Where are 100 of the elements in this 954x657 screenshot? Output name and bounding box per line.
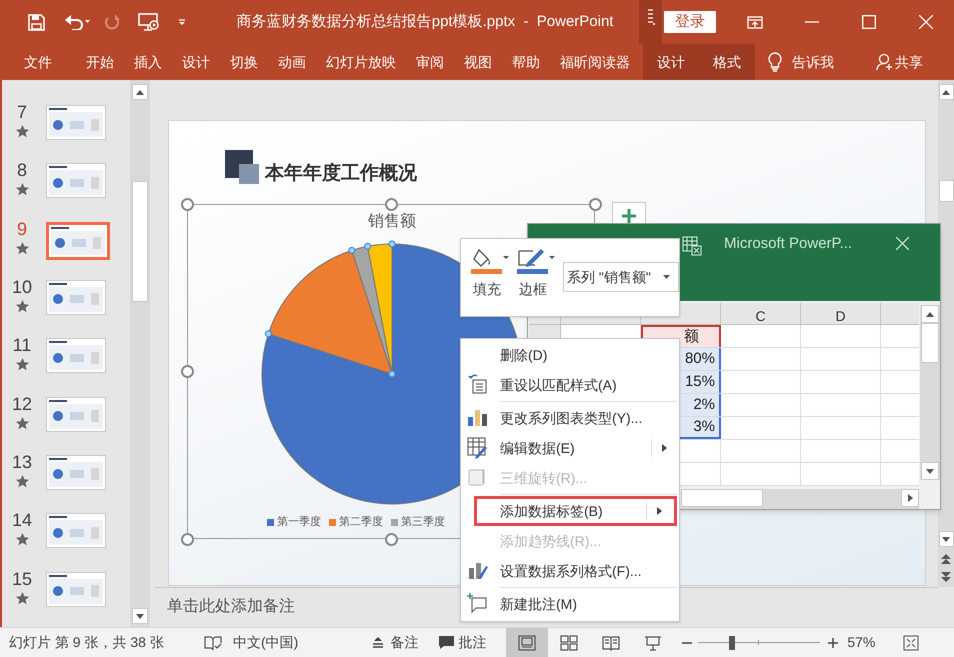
star-icon (16, 125, 28, 138)
format-series-icon (467, 560, 489, 582)
ribbon-tab[interactable]: 插入 (124, 44, 172, 80)
menu-item[interactable]: 设置数据系列格式(F)... (461, 556, 679, 586)
close-icon[interactable] (896, 237, 910, 250)
ribbon-tab[interactable]: 福昕阅读器 (550, 44, 640, 80)
slide-thumbnail[interactable] (46, 396, 106, 432)
scroll-thumb[interactable] (921, 323, 939, 363)
resize-handle[interactable] (385, 533, 398, 546)
chart-elements-button[interactable] (612, 202, 646, 224)
ribbon-tab[interactable]: 设计 (172, 44, 220, 80)
edit-table-icon (467, 437, 489, 459)
star-icon (16, 416, 28, 430)
slide-thumbnail[interactable] (46, 454, 106, 490)
ribbon-tab[interactable]: 文件 (14, 44, 62, 80)
menu-item[interactable]: 新建批注(M) (461, 589, 679, 619)
slide-thumbnail[interactable] (46, 572, 106, 607)
resize-handle[interactable] (181, 198, 194, 211)
previous-slide-icon[interactable] (941, 553, 951, 565)
slide-sorter-icon (560, 634, 578, 650)
comments-button[interactable]: 批注 (458, 632, 486, 653)
slide-thumbnail[interactable] (46, 513, 106, 548)
slide-number: 14 (12, 510, 32, 530)
customize-icon[interactable] (177, 17, 187, 27)
menu-item[interactable]: 添加数据标签(B) (474, 496, 677, 526)
resize-handle[interactable] (589, 198, 602, 211)
ribbon-tab[interactable]: 开始 (76, 44, 124, 80)
pen-outline-icon[interactable] (517, 248, 555, 274)
slide-thumbnail[interactable] (46, 280, 106, 315)
fit-to-window-icon[interactable] (903, 634, 920, 650)
slide-count-text: 幻灯片 第 9 张，共 38 张 (9, 633, 165, 652)
notes-button[interactable]: 备注 (390, 632, 418, 653)
column-header[interactable]: D (801, 303, 881, 324)
slide-number: 10 (12, 276, 32, 297)
ribbon-tab[interactable]: 切换 (220, 44, 268, 80)
person-icon[interactable] (876, 53, 894, 71)
scroll-up-button[interactable] (921, 305, 939, 323)
pie-slice[interactable] (364, 240, 396, 378)
zoom-percentage[interactable]: 57% (847, 632, 876, 653)
tell-me-link[interactable]: 告诉我 (792, 52, 834, 72)
down-arrow-icon (136, 614, 144, 618)
language-text[interactable]: 中文(中国) (233, 632, 298, 653)
fill-bucket-icon[interactable] (471, 248, 509, 274)
comment-icon[interactable] (438, 635, 456, 650)
save-icon[interactable] (28, 14, 45, 30)
slide-number: 15 (12, 568, 32, 589)
contextual-ribbon-tab[interactable]: 设计 (643, 44, 699, 80)
zoom-slider[interactable] (698, 636, 820, 650)
up-arrow-icon (926, 312, 934, 316)
star-icon (16, 358, 28, 372)
border-label[interactable]: 边框 (519, 279, 547, 300)
submenu-arrow-icon (662, 444, 667, 452)
star-icon (16, 242, 28, 255)
zoom-in-icon[interactable] (828, 638, 838, 648)
fill-label[interactable]: 填充 (473, 279, 501, 300)
ribbon-tab[interactable]: 幻灯片放映 (316, 44, 406, 80)
ribbon-tab[interactable]: 帮助 (502, 44, 550, 80)
pie-slice[interactable] (264, 250, 392, 374)
star-icon (16, 592, 28, 605)
scroll-down-button[interactable] (921, 462, 939, 480)
presentation-icon[interactable] (138, 13, 160, 31)
undo-icon[interactable] (64, 14, 90, 30)
minimize-icon[interactable] (804, 21, 818, 23)
column-header[interactable]: C (721, 303, 801, 324)
maximize-icon[interactable] (862, 15, 876, 29)
scroll-up-button[interactable] (132, 84, 148, 100)
scroll-thumb[interactable] (938, 180, 954, 202)
slide-thumbnail[interactable] (46, 338, 106, 374)
reset-style-icon (467, 374, 489, 396)
view-button[interactable] (506, 628, 548, 657)
notes-icon[interactable] (372, 636, 384, 648)
spell-check-icon[interactable] (204, 634, 222, 650)
scroll-right-button[interactable] (901, 489, 919, 507)
ribbon-display-icon[interactable] (746, 16, 762, 28)
slide-thumbnail[interactable] (46, 163, 106, 198)
ribbon-tab[interactable]: 审阅 (406, 44, 454, 80)
slide-thumbnail[interactable] (46, 105, 106, 140)
ribbon-tab[interactable]: 动画 (268, 44, 316, 80)
window-title: 商务蓝财务数据分析总结报告ppt模板.pptx - PowerPoint (236, 12, 614, 32)
reading-view-icon (602, 634, 620, 650)
bar-chart-icon (467, 407, 489, 429)
down-arrow-icon (942, 536, 950, 542)
scroll-down-button[interactable] (132, 608, 148, 624)
zoom-slider-thumb[interactable] (729, 636, 736, 650)
scroll-thumb[interactable] (132, 181, 148, 302)
resize-handle[interactable] (181, 533, 194, 546)
resize-handle[interactable] (385, 198, 398, 211)
sign-in-button[interactable]: 登录 (664, 11, 716, 33)
scroll-down-button[interactable] (938, 531, 954, 547)
resize-handle[interactable] (181, 365, 194, 378)
ribbon-tab[interactable]: 视图 (454, 44, 502, 80)
share-button[interactable]: 共享 (895, 52, 923, 72)
next-slide-icon[interactable] (941, 571, 951, 583)
normal-view-icon (518, 634, 536, 650)
lightbulb-icon[interactable] (768, 52, 782, 72)
series-dropdown[interactable]: 系列 "销售额" (563, 262, 679, 292)
slide-thumbnail[interactable] (46, 222, 110, 260)
contextual-ribbon-tab[interactable]: 格式 (699, 44, 755, 80)
scroll-thumb[interactable] (681, 489, 763, 507)
scroll-up-button[interactable] (938, 84, 954, 100)
